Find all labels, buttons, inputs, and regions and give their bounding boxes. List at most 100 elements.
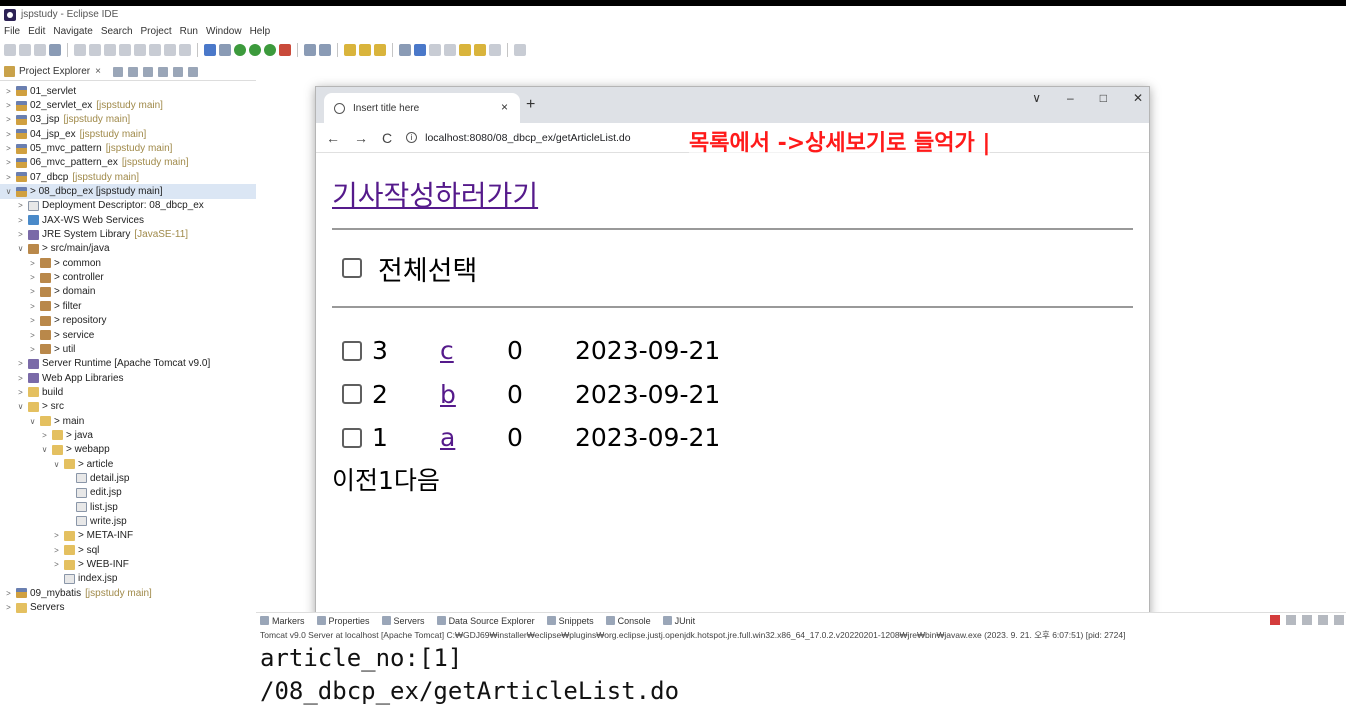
tree-item[interactable]: > > sql xyxy=(0,543,256,557)
tree-item[interactable]: index.jsp xyxy=(0,572,256,586)
tree-twisty-icon[interactable]: > xyxy=(16,230,25,239)
tree-item[interactable]: ∨ > 08_dbcp_ex [jspstudy main] xyxy=(0,184,256,199)
tree-twisty-icon[interactable]: > xyxy=(28,302,37,311)
tree-item[interactable]: >04_jsp_ex [jspstudy main] xyxy=(0,127,256,141)
view-menu-icon[interactable] xyxy=(157,66,168,77)
tree-item[interactable]: write.jsp xyxy=(0,514,256,528)
disconnect-icon[interactable] xyxy=(134,44,146,56)
tree-twisty-icon[interactable]: > xyxy=(52,531,61,540)
back-icon[interactable] xyxy=(474,44,486,56)
tree-twisty-icon[interactable]: > xyxy=(28,259,37,268)
step-over-icon[interactable] xyxy=(164,44,176,56)
tree-item[interactable]: > > filter xyxy=(0,299,256,313)
article-title-link[interactable]: b xyxy=(440,380,507,409)
collapse-all-icon[interactable] xyxy=(112,66,123,77)
open-type-icon[interactable] xyxy=(344,44,356,56)
tree-item[interactable]: >03_jsp [jspstudy main] xyxy=(0,113,256,127)
browser-tab[interactable]: Insert title here × xyxy=(324,93,520,123)
coverage-icon[interactable] xyxy=(264,44,276,56)
tree-item[interactable]: >05_mvc_pattern [jspstudy main] xyxy=(0,141,256,155)
annotation-next-icon[interactable] xyxy=(429,44,441,56)
menu-file[interactable]: File xyxy=(4,26,20,37)
tree-item[interactable]: > > META-INF xyxy=(0,529,256,543)
menu-search[interactable]: Search xyxy=(101,26,133,37)
menu-project[interactable]: Project xyxy=(141,26,172,37)
tab-close-icon[interactable]: × xyxy=(501,100,508,114)
step-return-icon[interactable] xyxy=(179,44,191,56)
minimize-icon[interactable] xyxy=(172,66,183,77)
tree-item[interactable]: >07_dbcp [jspstudy main] xyxy=(0,170,256,184)
article-checkbox[interactable] xyxy=(342,427,362,448)
tab-properties[interactable]: Properties xyxy=(317,616,370,626)
tab-servers[interactable]: Servers xyxy=(382,616,425,626)
tree-twisty-icon[interactable]: > xyxy=(28,345,37,354)
tree-item[interactable]: >06_mvc_pattern_ex [jspstudy main] xyxy=(0,156,256,170)
tree-item[interactable]: > > service xyxy=(0,328,256,342)
tree-item[interactable]: > > domain xyxy=(0,285,256,299)
menu-navigate[interactable]: Navigate xyxy=(53,26,92,37)
tree-twisty-icon[interactable]: ∨ xyxy=(40,445,49,454)
tree-twisty-icon[interactable]: > xyxy=(4,130,13,139)
tree-item[interactable]: > Deployment Descriptor: 08_dbcp_ex xyxy=(0,199,256,213)
tab-snippets[interactable]: Snippets xyxy=(547,616,594,626)
article-title-link[interactable]: a xyxy=(440,423,507,452)
skip-breakpoints-icon[interactable] xyxy=(74,44,86,56)
forward-icon[interactable] xyxy=(489,44,501,56)
site-info-icon[interactable]: i xyxy=(406,132,418,143)
tree-item[interactable]: ∨ > src xyxy=(0,400,256,414)
tree-twisty-icon[interactable]: > xyxy=(16,388,25,397)
tree-twisty-icon[interactable]: > xyxy=(16,201,25,210)
tree-twisty-icon[interactable]: > xyxy=(4,87,13,96)
remove-all-icon[interactable] xyxy=(1302,615,1312,625)
tree-twisty-icon[interactable]: > xyxy=(4,101,13,110)
tree-twisty-icon[interactable]: > xyxy=(28,273,37,282)
tree-item[interactable]: ∨ > src/main/java xyxy=(0,242,256,256)
word-wrap-icon[interactable] xyxy=(1334,615,1344,625)
remove-launch-icon[interactable] xyxy=(1286,615,1296,625)
new-server-icon[interactable] xyxy=(304,44,316,56)
new-class-icon[interactable] xyxy=(319,44,331,56)
open-folder-icon[interactable] xyxy=(359,44,371,56)
tree-item[interactable]: >01_servlet xyxy=(0,84,256,98)
terminate-icon[interactable] xyxy=(119,44,131,56)
tree-twisty-icon[interactable]: > xyxy=(16,216,25,225)
new-tab-button[interactable]: + xyxy=(526,96,535,114)
globe-icon[interactable] xyxy=(399,44,411,56)
save-icon[interactable] xyxy=(19,44,31,56)
tree-item[interactable]: edit.jsp xyxy=(0,486,256,500)
annotation-prev-icon[interactable] xyxy=(444,44,456,56)
toggle-view-icon[interactable] xyxy=(204,44,216,56)
tree-item[interactable]: > Web App Libraries xyxy=(0,371,256,385)
tree-item[interactable]: ∨ > webapp xyxy=(0,443,256,457)
tree-item[interactable]: > JRE System Library [JavaSE-11] xyxy=(0,227,256,241)
maximize-icon[interactable] xyxy=(187,66,198,77)
step-into-icon[interactable] xyxy=(149,44,161,56)
tab-console[interactable]: Console xyxy=(606,616,651,626)
tree-item[interactable]: >09_mybatis [jspstudy main] xyxy=(0,586,256,600)
tree-twisty-icon[interactable]: > xyxy=(4,158,13,167)
tree-twisty-icon[interactable]: > xyxy=(28,287,37,296)
tree-item[interactable]: > > repository xyxy=(0,314,256,328)
tree-twisty-icon[interactable]: > xyxy=(28,331,37,340)
pin-icon[interactable] xyxy=(374,44,386,56)
filter-icon[interactable] xyxy=(142,66,153,77)
tree-twisty-icon[interactable]: > xyxy=(4,589,13,598)
perspective-icon[interactable] xyxy=(514,44,526,56)
tree-twisty-icon[interactable]: > xyxy=(28,316,37,325)
minimize-button[interactable]: – xyxy=(1067,91,1074,105)
save-all-icon[interactable] xyxy=(34,44,46,56)
tab-markers[interactable]: Markers xyxy=(260,616,305,626)
tree-item[interactable]: > > common xyxy=(0,256,256,270)
terminal-icon[interactable] xyxy=(49,44,61,56)
tree-twisty-icon[interactable]: > xyxy=(4,603,13,612)
tree-twisty-icon[interactable]: ∨ xyxy=(16,402,25,411)
tab-search-icon[interactable]: ∨ xyxy=(1032,91,1041,105)
tab-junit[interactable]: JUnit xyxy=(663,616,696,626)
reload-button[interactable]: C xyxy=(382,130,392,146)
pagination[interactable]: 이전1다음 xyxy=(332,461,1133,497)
tree-twisty-icon[interactable]: > xyxy=(16,374,25,383)
search-tool-icon[interactable] xyxy=(414,44,426,56)
maximize-button[interactable]: □ xyxy=(1100,91,1107,105)
close-icon[interactable]: × xyxy=(95,66,101,77)
tree-twisty-icon[interactable]: ∨ xyxy=(28,417,37,426)
